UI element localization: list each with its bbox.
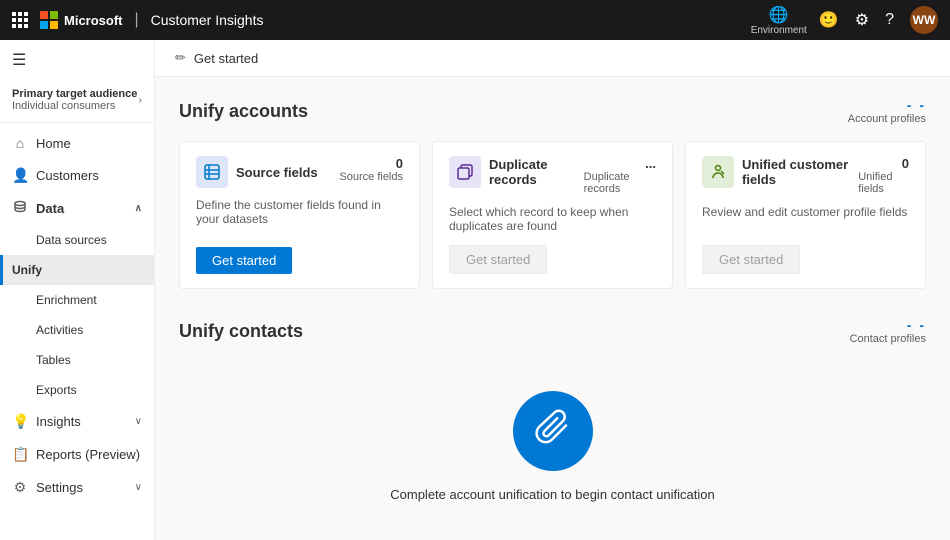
data-expand-icon: ∧ bbox=[135, 203, 142, 214]
app-name: Customer Insights bbox=[151, 12, 264, 28]
customers-label: Customers bbox=[36, 168, 99, 183]
unified-customer-fields-title: Unified customer fields bbox=[742, 157, 850, 187]
sidebar-settings-icon: ⚙ bbox=[12, 479, 28, 496]
settings-icon[interactable]: ⚙ bbox=[855, 10, 869, 30]
topbar-icons: 🙂 ⚙ ? WW bbox=[819, 6, 938, 34]
insights-label: Insights bbox=[36, 414, 81, 429]
microsoft-logo: Microsoft bbox=[40, 11, 123, 29]
home-label: Home bbox=[36, 136, 71, 151]
sidebar-item-home[interactable]: ⌂ Home bbox=[0, 127, 154, 159]
duplicate-records-action: Get started bbox=[449, 245, 656, 274]
contacts-section-header: Unify contacts - - Contact profiles bbox=[179, 317, 926, 345]
edit-icon: ✏ bbox=[175, 50, 186, 66]
source-fields-card: Source fields 0 Source fields Define the… bbox=[179, 141, 420, 289]
sidebar-item-tables[interactable]: Tables bbox=[0, 345, 154, 375]
sidebar-item-settings[interactable]: ⚙ Settings ∨ bbox=[0, 471, 154, 504]
source-fields-count: 0 Source fields bbox=[339, 156, 403, 183]
source-fields-icon bbox=[196, 156, 228, 188]
help-icon[interactable]: ? bbox=[885, 11, 894, 29]
sidebar-item-data[interactable]: Data ∧ bbox=[0, 192, 154, 225]
user-avatar[interactable]: WW bbox=[910, 6, 938, 34]
contacts-status: - - Contact profiles bbox=[850, 317, 926, 345]
source-fields-title: Source fields bbox=[236, 165, 318, 180]
sidebar-nav: ⌂ Home 👤 Customers Data ∧ Data bbox=[0, 123, 154, 540]
data-label: Data bbox=[36, 201, 64, 216]
contacts-status-label: Contact profiles bbox=[850, 333, 926, 345]
sidebar: ☰ Primary target audience Individual con… bbox=[0, 40, 155, 540]
accounts-section-header: Unify accounts - - Account profiles bbox=[179, 97, 926, 125]
exports-label: Exports bbox=[36, 383, 77, 397]
source-fields-action: Get started bbox=[196, 247, 403, 274]
enrichment-label: Enrichment bbox=[36, 293, 97, 307]
accounts-section-title: Unify accounts bbox=[179, 101, 308, 122]
unified-fields-count: 0 Unified fields bbox=[858, 156, 909, 195]
microsoft-label: Microsoft bbox=[64, 13, 123, 28]
unify-label: Unify bbox=[12, 263, 42, 277]
topbar: Microsoft | Customer Insights 🌐 Environm… bbox=[0, 0, 950, 40]
insights-icon: 💡 bbox=[12, 413, 28, 430]
content-header: ✏ Get started bbox=[155, 40, 950, 77]
unified-fields-get-started-button: Get started bbox=[702, 245, 800, 274]
content-body: Unify accounts - - Account profiles bbox=[155, 77, 950, 540]
audience-subtitle: Individual consumers bbox=[12, 100, 137, 112]
duplicate-records-get-started-button: Get started bbox=[449, 245, 547, 274]
duplicate-records-title: Duplicate records bbox=[489, 157, 576, 187]
data-icon bbox=[12, 200, 28, 217]
contacts-placeholder: Complete account unification to begin co… bbox=[179, 361, 926, 532]
audience-chevron-icon: › bbox=[139, 95, 142, 106]
contacts-status-dashes: - - bbox=[907, 317, 926, 333]
activities-label: Activities bbox=[36, 323, 83, 337]
divider: | bbox=[135, 11, 139, 29]
accounts-cards-row: Source fields 0 Source fields Define the… bbox=[179, 141, 926, 289]
sidebar-item-enrichment[interactable]: Enrichment bbox=[0, 285, 154, 315]
content-area: ✏ Get started Unify accounts - - Account… bbox=[155, 40, 950, 540]
sidebar-item-unify[interactable]: Unify bbox=[0, 255, 154, 285]
sidebar-item-data-sources[interactable]: Data sources bbox=[0, 225, 154, 255]
source-fields-get-started-button[interactable]: Get started bbox=[196, 247, 292, 274]
duplicate-records-icon bbox=[449, 156, 481, 188]
contacts-section-title: Unify contacts bbox=[179, 321, 303, 342]
duplicate-records-card: Duplicate records ... Duplicate records … bbox=[432, 141, 673, 289]
sidebar-item-reports[interactable]: 📋 Reports (Preview) bbox=[0, 438, 154, 471]
sidebar-item-insights[interactable]: 💡 Insights ∨ bbox=[0, 405, 154, 438]
contacts-section: Unify contacts - - Contact profiles bbox=[179, 317, 926, 532]
paperclip-icon bbox=[533, 407, 573, 456]
environment-indicator[interactable]: 🌐 Environment bbox=[751, 5, 807, 36]
unified-fields-icon bbox=[702, 156, 734, 188]
breadcrumb: Get started bbox=[194, 51, 258, 66]
insights-expand-icon: ∨ bbox=[135, 416, 142, 427]
sidebar-item-activities[interactable]: Activities bbox=[0, 315, 154, 345]
hamburger-icon[interactable]: ☰ bbox=[0, 40, 154, 80]
audience-selector[interactable]: Primary target audience Individual consu… bbox=[0, 80, 154, 123]
accounts-status: - - Account profiles bbox=[848, 97, 926, 125]
contacts-placeholder-text: Complete account unification to begin co… bbox=[390, 487, 714, 502]
tables-label: Tables bbox=[36, 353, 71, 367]
source-fields-description: Define the customer fields found in your… bbox=[196, 198, 403, 235]
unified-customer-fields-card: Unified customer fields 0 Unified fields… bbox=[685, 141, 926, 289]
sidebar-item-customers[interactable]: 👤 Customers bbox=[0, 159, 154, 192]
unified-fields-action: Get started bbox=[702, 245, 909, 274]
unified-customer-fields-description: Review and edit customer profile fields bbox=[702, 205, 909, 233]
smiley-icon[interactable]: 🙂 bbox=[819, 10, 839, 30]
sidebar-item-exports[interactable]: Exports bbox=[0, 375, 154, 405]
customers-icon: 👤 bbox=[12, 167, 28, 184]
duplicate-records-description: Select which record to keep when duplica… bbox=[449, 205, 656, 233]
main-layout: ☰ Primary target audience Individual con… bbox=[0, 40, 950, 540]
grid-icon[interactable] bbox=[12, 12, 28, 28]
audience-title: Primary target audience bbox=[12, 88, 137, 100]
reports-label: Reports (Preview) bbox=[36, 447, 140, 462]
duplicate-records-count: ... Duplicate records bbox=[584, 156, 656, 195]
contacts-placeholder-icon-circle bbox=[513, 391, 593, 471]
data-sources-label: Data sources bbox=[36, 233, 107, 247]
reports-icon: 📋 bbox=[12, 446, 28, 463]
accounts-status-dashes: - - bbox=[907, 97, 926, 113]
settings-label: Settings bbox=[36, 480, 83, 495]
settings-expand-icon: ∨ bbox=[135, 482, 142, 493]
home-icon: ⌂ bbox=[12, 135, 28, 151]
accounts-status-label: Account profiles bbox=[848, 113, 926, 125]
